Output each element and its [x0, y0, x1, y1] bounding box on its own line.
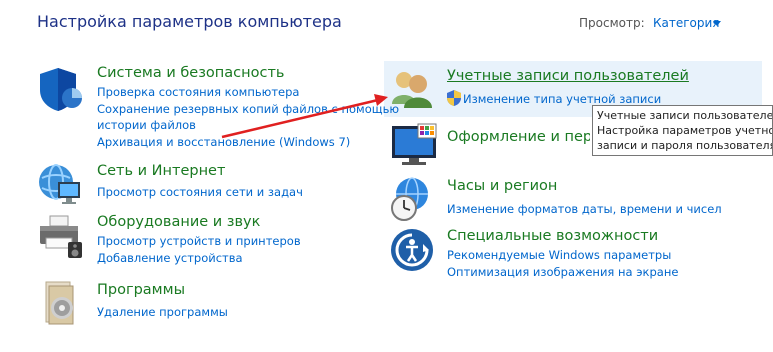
annotation-arrow	[221, 94, 388, 139]
